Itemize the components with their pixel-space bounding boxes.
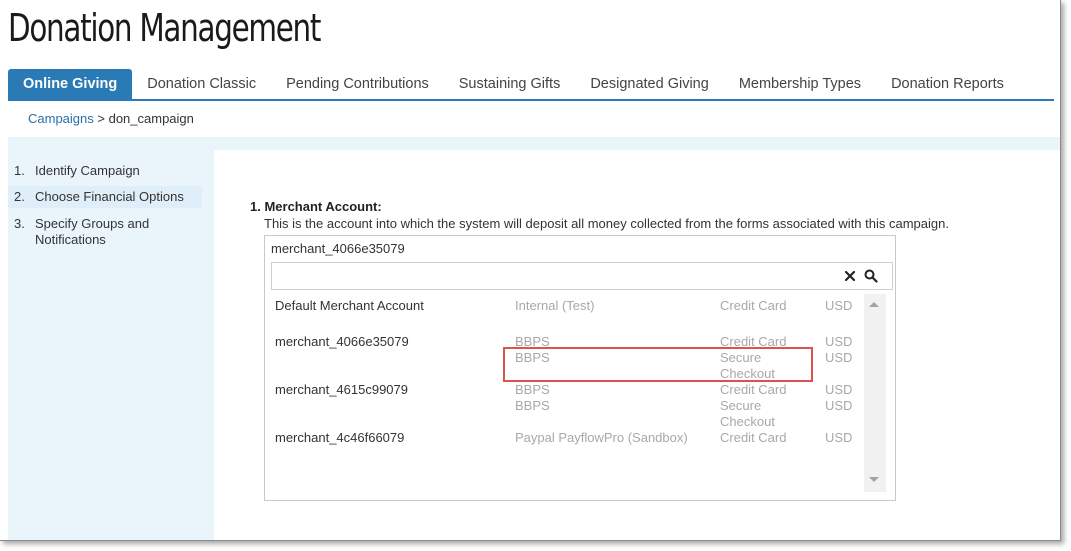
merchant-currency: USD [825, 398, 853, 413]
merchant-type: Credit Card [720, 334, 787, 349]
merchant-account-label: 1. Merchant Account: [250, 199, 382, 214]
tab-online-giving[interactable]: Online Giving [8, 69, 133, 99]
step-number: 3. [14, 216, 25, 231]
tab-pending-contributions[interactable]: Pending Contributions [271, 69, 444, 99]
merchant-name: merchant_4066e35079 [275, 334, 409, 349]
tab-sustaining-gifts[interactable]: Sustaining Gifts [444, 69, 576, 99]
merchant-type: Credit Card [720, 382, 787, 397]
page-title: Donation Management [8, 6, 321, 50]
merchant-search-input[interactable] [276, 266, 840, 288]
step-label: Choose Financial Options [35, 189, 184, 204]
breadcrumb: Campaigns > don_campaign [28, 111, 194, 126]
step-choose-financial-options[interactable]: 2. Choose Financial Options [8, 186, 202, 208]
search-icon[interactable] [864, 269, 878, 283]
step-label: Specify Groups and Notifications [35, 216, 150, 247]
tab-donation-classic[interactable]: Donation Classic [132, 69, 271, 99]
merchant-currency: USD [825, 430, 853, 445]
merchant-processor: BBPS [515, 382, 550, 397]
merchant-processor: BBPS [515, 334, 550, 349]
selected-merchant[interactable]: merchant_4066e35079 [271, 241, 405, 256]
breadcrumb-current: don_campaign [108, 111, 194, 126]
scroll-up-icon[interactable] [869, 302, 879, 307]
merchant-option-list: Default Merchant Account Internal (Test)… [265, 294, 865, 498]
tab-bar: Online Giving Donation Classic Pending C… [8, 69, 1054, 101]
merchant-currency: USD [825, 382, 853, 397]
tab-membership-types[interactable]: Membership Types [724, 69, 876, 99]
merchant-search-field [271, 262, 893, 290]
merchant-currency: USD [825, 350, 853, 365]
merchant-processor: BBPS [515, 350, 550, 365]
merchant-name: Default Merchant Account [275, 298, 424, 313]
merchant-type: Secure Checkout [720, 398, 775, 429]
step-identify-campaign[interactable]: 1. Identify Campaign [8, 160, 202, 182]
merchant-currency: USD [825, 334, 853, 349]
merchant-processor: Paypal PayflowPro (Sandbox) [515, 430, 688, 445]
merchant-type: Secure Checkout [720, 350, 775, 381]
merchant-account-description: This is the account into which the syste… [264, 216, 949, 231]
merchant-processor: Internal (Test) [515, 298, 595, 313]
step-number: 2. [14, 189, 25, 204]
step-label: Identify Campaign [35, 163, 140, 178]
merchant-name: merchant_4c46f66079 [275, 430, 405, 445]
tab-donation-reports[interactable]: Donation Reports [876, 69, 1019, 99]
merchant-type: Credit Card [720, 430, 787, 445]
close-icon[interactable] [844, 268, 856, 284]
merchant-name: merchant_4615c99079 [275, 382, 408, 397]
merchant-type: Credit Card [720, 298, 787, 313]
tab-designated-giving[interactable]: Designated Giving [575, 69, 724, 99]
wizard-steps: 1. Identify Campaign 2. Choose Financial… [8, 160, 202, 251]
step-specify-groups[interactable]: 3. Specify Groups and Notifications [8, 213, 171, 251]
merchant-account-select[interactable]: merchant_4066e35079 Default Merchant Acc… [264, 235, 896, 501]
step-number: 1. [14, 163, 25, 178]
breadcrumb-campaigns-link[interactable]: Campaigns [28, 111, 94, 126]
scroll-down-icon[interactable] [869, 477, 879, 482]
breadcrumb-separator: > [93, 111, 109, 126]
merchant-processor: BBPS [515, 398, 550, 413]
merchant-currency: USD [825, 298, 853, 313]
list-scrollbar[interactable] [864, 294, 886, 492]
